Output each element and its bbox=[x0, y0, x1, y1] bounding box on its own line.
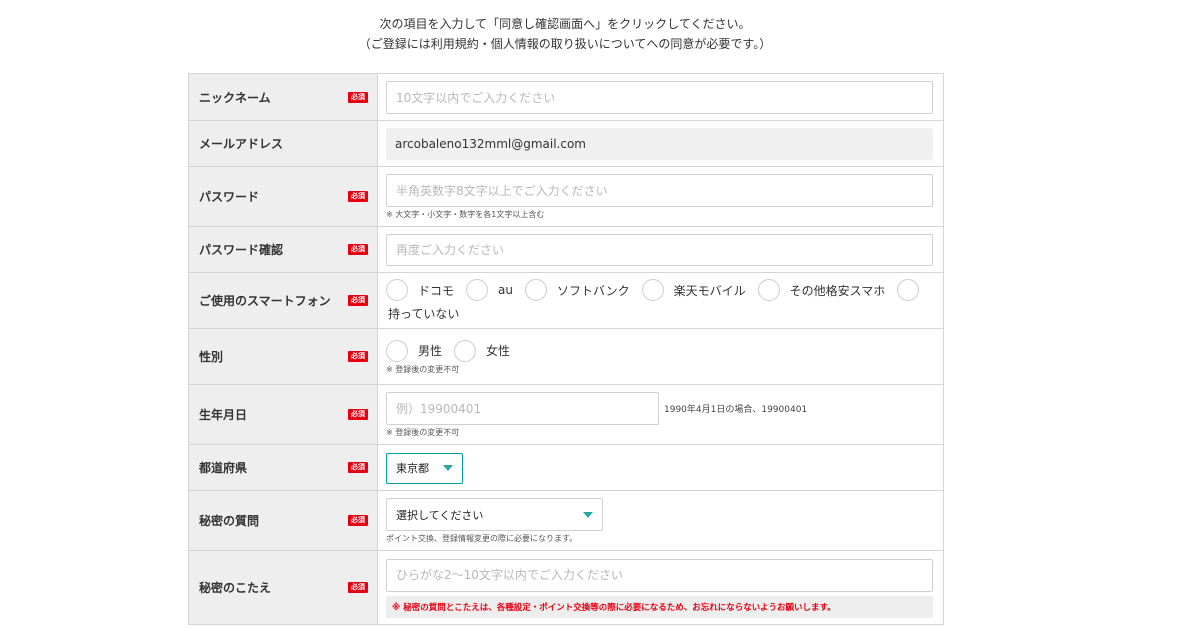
radio-au[interactable]: au bbox=[466, 279, 513, 301]
password-note: ※ 大文字・小文字・数字を各1文字以上含む bbox=[386, 210, 545, 219]
radio-label: 楽天モバイル bbox=[673, 283, 746, 298]
radio-circle[interactable] bbox=[641, 279, 664, 301]
radio-circle[interactable] bbox=[757, 279, 780, 301]
field-cell-password-confirm bbox=[378, 227, 943, 272]
radio-female[interactable]: 女性 bbox=[454, 339, 511, 362]
radio-none[interactable] bbox=[897, 279, 920, 301]
radio-male[interactable]: 男性 bbox=[386, 339, 443, 362]
radio-softbank[interactable]: ソフトバンク bbox=[524, 279, 630, 301]
prefecture-selected: 東京都 bbox=[396, 462, 429, 475]
secret-alert: ※ 秘密の質問とこたえは、各種設定・ポイント交換等の際に必要になるため、お忘れに… bbox=[386, 595, 933, 618]
row-secret-question: 秘密の質問 必須 選択してください ポイント交換、登録情報変更の際に必要になりま… bbox=[189, 491, 943, 551]
field-cell-smartphone: ドコモ au ソフトバンク 楽天モバイル その他格安スマホ 持っていない bbox=[378, 273, 949, 328]
intro-line-1: 次の項目を入力して「同意し確認画面へ」をクリックしてください。 bbox=[379, 17, 751, 31]
field-cell-nickname bbox=[378, 74, 943, 120]
birthday-label: 生年月日 bbox=[199, 408, 248, 422]
radio-none-label[interactable]: 持っていない bbox=[388, 305, 941, 322]
gender-note: ※ 登録後の変更不可 bbox=[386, 364, 460, 374]
password-label: パスワード bbox=[199, 190, 260, 204]
secret-answer-input[interactable] bbox=[386, 558, 933, 592]
radio-circle[interactable] bbox=[466, 279, 489, 301]
radio-circle[interactable] bbox=[524, 279, 547, 301]
gender-label: 性別 bbox=[199, 350, 224, 364]
label-cell-birthday: 生年月日 必須 bbox=[189, 385, 378, 444]
label-cell-secret-question: 秘密の質問 必須 bbox=[189, 491, 378, 550]
secret-question-label: 秘密の質問 bbox=[199, 514, 260, 528]
label-cell-email: メールアドレス bbox=[189, 121, 378, 166]
label-cell-nickname: ニックネーム 必須 bbox=[189, 74, 378, 120]
prefecture-label: 都道府県 bbox=[199, 461, 248, 475]
row-nickname: ニックネーム 必須 bbox=[189, 74, 943, 121]
secret-answer-label: 秘密のこたえ bbox=[199, 581, 272, 595]
label-cell-gender: 性別 必須 bbox=[189, 329, 378, 384]
label-cell-smartphone: ご使用のスマートフォン 必須 bbox=[189, 273, 378, 328]
required-badge: 必須 bbox=[348, 244, 368, 255]
row-email: メールアドレス arcobaleno132mml@gmail.com bbox=[189, 121, 943, 167]
required-badge: 必須 bbox=[348, 515, 368, 526]
birthday-hint: 1990年4月1日の場合、19900401 bbox=[664, 405, 808, 415]
radio-label: 女性 bbox=[486, 344, 511, 358]
password-confirm-input[interactable] bbox=[386, 234, 933, 266]
field-cell-birthday: 1990年4月1日の場合、19900401 ※ 登録後の変更不可 bbox=[378, 385, 943, 444]
radio-circle[interactable] bbox=[454, 339, 477, 362]
required-badge: 必須 bbox=[348, 295, 368, 306]
radio-circle[interactable] bbox=[897, 279, 920, 301]
smartphone-radio-group: ドコモ au ソフトバンク 楽天モバイル その他格安スマホ bbox=[386, 279, 941, 301]
field-cell-email: arcobaleno132mml@gmail.com bbox=[378, 121, 943, 166]
row-secret-answer: 秘密のこたえ 必須 ※ 秘密の質問とこたえは、各種設定・ポイント交換等の際に必要… bbox=[189, 551, 943, 625]
password-confirm-label: パスワード確認 bbox=[199, 243, 284, 257]
row-prefecture: 都道府県 必須 東京都 bbox=[189, 445, 943, 491]
radio-other-mvno[interactable]: その他格安スマホ bbox=[757, 279, 886, 301]
smartphone-label: ご使用のスマートフォン bbox=[199, 294, 331, 308]
radio-label: 男性 bbox=[418, 344, 443, 358]
birthday-input[interactable] bbox=[386, 392, 659, 425]
birthday-note: ※ 登録後の変更不可 bbox=[386, 428, 460, 437]
required-badge: 必須 bbox=[348, 91, 368, 103]
required-badge: 必須 bbox=[348, 582, 368, 593]
email-value: arcobaleno132mml@gmail.com bbox=[386, 128, 933, 160]
field-cell-secret-question: 選択してください ポイント交換、登録情報変更の際に必要になります。 bbox=[378, 491, 943, 550]
radio-circle[interactable] bbox=[386, 339, 408, 362]
email-label: メールアドレス bbox=[199, 137, 284, 151]
prefecture-select[interactable]: 東京都 bbox=[386, 452, 463, 484]
field-cell-gender: 男性 女性 ※ 登録後の変更不可 bbox=[378, 329, 949, 384]
intro-text: 次の項目を入力して「同意し確認画面へ」をクリックしてください。 （ご登録には利用… bbox=[0, 14, 1130, 54]
nickname-label: ニックネーム bbox=[199, 90, 271, 105]
secret-question-selected: 選択してください bbox=[396, 508, 484, 522]
required-badge: 必須 bbox=[348, 462, 368, 473]
registration-form: ニックネーム 必須 メールアドレス arcobaleno132mml@gmail… bbox=[188, 73, 944, 625]
radio-circle[interactable] bbox=[386, 279, 408, 301]
field-cell-prefecture: 東京都 bbox=[378, 445, 943, 490]
birthday-line: 1990年4月1日の場合、19900401 bbox=[386, 392, 935, 425]
radio-label: au bbox=[498, 283, 513, 297]
label-cell-secret-answer: 秘密のこたえ 必須 bbox=[189, 551, 378, 624]
radio-docomo[interactable]: ドコモ bbox=[386, 279, 454, 301]
row-smartphone: ご使用のスマートフォン 必須 ドコモ au ソフトバンク 楽天モバイル その他格… bbox=[189, 273, 943, 329]
required-badge: 必須 bbox=[348, 351, 368, 362]
gender-radio-group: 男性 女性 bbox=[386, 339, 941, 362]
caret-down-icon bbox=[583, 511, 593, 518]
required-badge: 必須 bbox=[348, 409, 368, 420]
row-birthday: 生年月日 必須 1990年4月1日の場合、19900401 ※ 登録後の変更不可 bbox=[189, 385, 943, 445]
radio-label: ソフトバンク bbox=[556, 283, 630, 298]
secret-question-note: ポイント交換、登録情報変更の際に必要になります。 bbox=[386, 534, 578, 543]
field-cell-secret-answer: ※ 秘密の質問とこたえは、各種設定・ポイント交換等の際に必要になるため、お忘れに… bbox=[378, 551, 943, 624]
row-password-confirm: パスワード確認 必須 bbox=[189, 227, 943, 273]
row-gender: 性別 必須 男性 女性 ※ 登録後の変更不可 bbox=[189, 329, 943, 385]
intro-line-2: （ご登録には利用規約・個人情報の取り扱いについてへの同意が必要です。） bbox=[358, 37, 772, 51]
field-cell-password: ※ 大文字・小文字・数字を各1文字以上含む bbox=[378, 167, 943, 226]
caret-down-icon bbox=[443, 465, 453, 471]
radio-label: その他格安スマホ bbox=[789, 283, 886, 298]
label-cell-prefecture: 都道府県 必須 bbox=[189, 445, 378, 490]
secret-question-select[interactable]: 選択してください bbox=[386, 498, 603, 531]
nickname-input[interactable] bbox=[386, 81, 933, 114]
radio-rakuten[interactable]: 楽天モバイル bbox=[641, 279, 746, 301]
label-cell-password-confirm: パスワード確認 必須 bbox=[189, 227, 378, 272]
row-password: パスワード 必須 ※ 大文字・小文字・数字を各1文字以上含む bbox=[189, 167, 943, 227]
required-badge: 必須 bbox=[348, 191, 368, 202]
label-cell-password: パスワード 必須 bbox=[189, 167, 378, 226]
radio-label: ドコモ bbox=[418, 283, 455, 298]
password-input[interactable] bbox=[386, 174, 933, 207]
